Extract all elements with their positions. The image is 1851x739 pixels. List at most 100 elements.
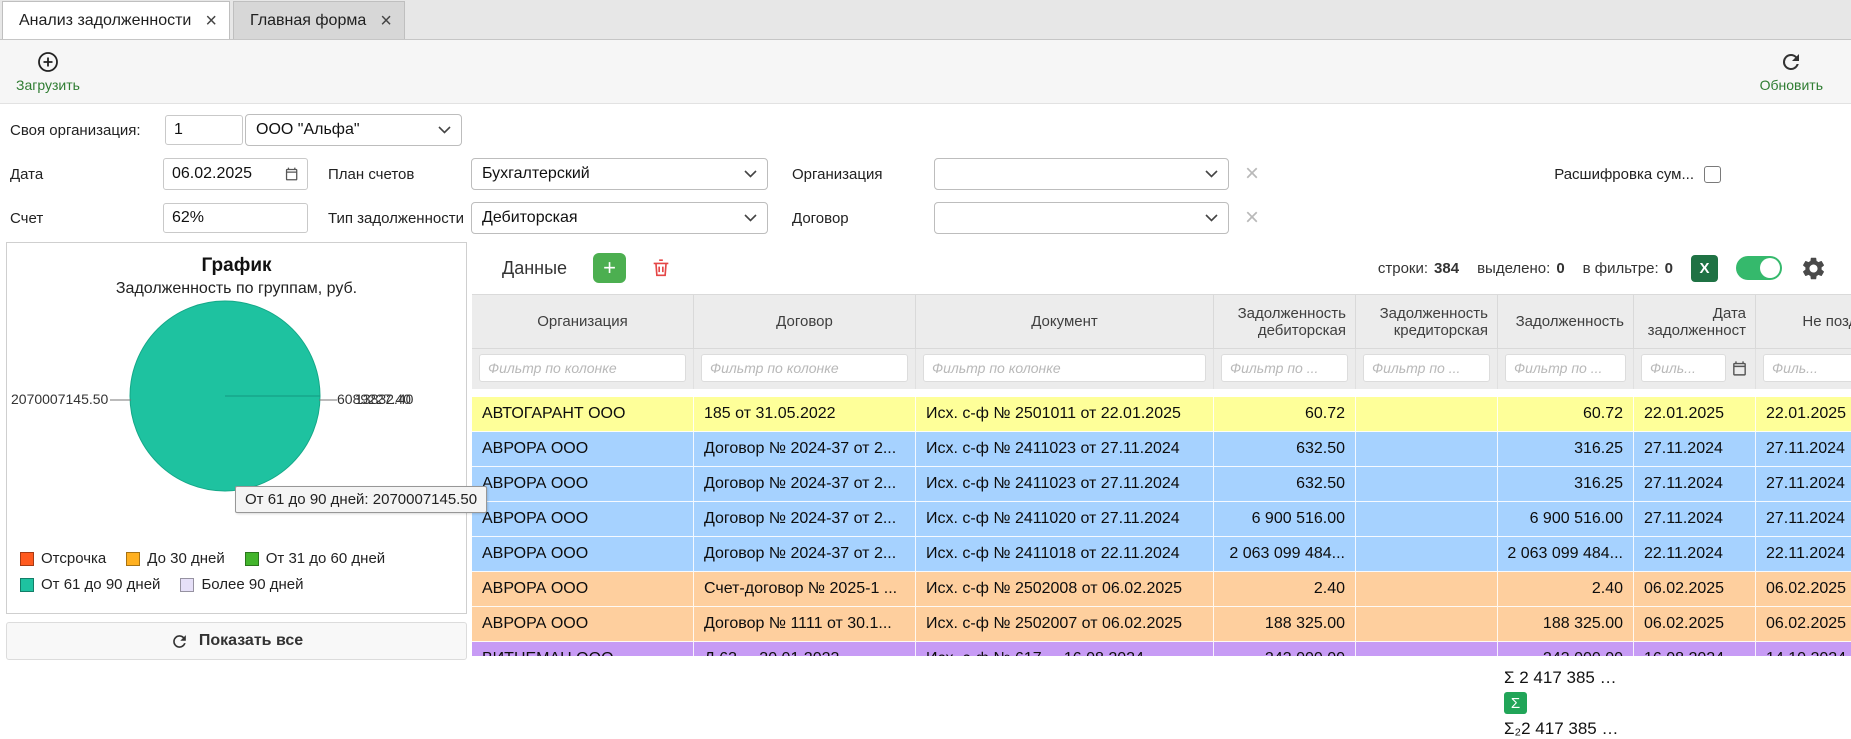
refresh-icon xyxy=(170,632,189,651)
table-stats: строки: 384 выделено: 0 в фильтре: 0 xyxy=(1378,260,1673,277)
table-cell: Исх. с-ф № 2501011 от 22.01.2025 xyxy=(916,397,1214,432)
chart-legend: Отсрочка До 30 дней От 31 до 60 дней От … xyxy=(20,550,385,593)
calendar-icon[interactable] xyxy=(284,165,299,183)
column-header[interactable]: Документ xyxy=(916,295,1214,349)
rows-count-label: строки: xyxy=(1378,260,1428,277)
table-row[interactable]: АВРОРА ОООДоговор № 2024-37 от 2...Исх. … xyxy=(472,502,1851,537)
column-filter-input[interactable] xyxy=(1505,354,1626,382)
table-cell: Договор № 2024-37 от 2... xyxy=(694,537,916,572)
calendar-icon[interactable] xyxy=(1731,360,1748,377)
column-filter-input[interactable] xyxy=(701,354,908,382)
table-cell: 14.10.2024 xyxy=(1756,642,1851,656)
decode-sum-checkbox[interactable] xyxy=(1704,166,1721,183)
legend-label: Отсрочка xyxy=(41,550,106,567)
column-filter-input[interactable] xyxy=(1763,354,1851,382)
date-input[interactable] xyxy=(163,158,308,190)
table-cell: 6 900 516.00 xyxy=(1498,502,1634,537)
export-excel-button[interactable]: X xyxy=(1691,255,1718,282)
table-cell xyxy=(1356,502,1498,537)
chevron-down-icon xyxy=(744,170,757,178)
settings-gear-icon[interactable] xyxy=(1800,255,1827,282)
add-row-button[interactable]: + xyxy=(593,253,626,283)
filter-cell xyxy=(1498,349,1634,389)
plan-select[interactable]: Бухгалтерский xyxy=(471,158,768,190)
clear-contract-icon[interactable]: × xyxy=(1245,206,1259,230)
column-filter-input[interactable] xyxy=(1641,354,1726,382)
account-input[interactable] xyxy=(163,203,308,233)
refresh-button[interactable]: Обновить xyxy=(1760,50,1823,93)
org-select[interactable] xyxy=(934,158,1229,190)
table-cell: Исх. с-ф № 2411023 от 27.11.2024 xyxy=(916,467,1214,502)
table-row[interactable]: АВРОРА ОООДоговор № 2024-37 от 2...Исх. … xyxy=(472,432,1851,467)
table-body: АВТОГАРАНТ ООО185 от 31.05.2022Исх. с-ф … xyxy=(472,397,1851,656)
legend-swatch xyxy=(126,552,140,566)
sigma-badge[interactable]: Σ xyxy=(1504,692,1527,714)
column-filter-input[interactable] xyxy=(1221,354,1348,382)
tab-label: Главная форма xyxy=(250,12,366,30)
table-cell: 2 063 099 484... xyxy=(1498,537,1634,572)
filter-form: Своя организация: ООО "Альфа" Дата План … xyxy=(0,104,1851,242)
show-all-button[interactable]: Показать все xyxy=(6,622,467,660)
table-cell: Исх. с-ф № 617 ... 16.08.2024 xyxy=(916,642,1214,656)
load-button-label: Загрузить xyxy=(16,77,80,93)
table-cell: Договор № 1111 от 30.1... xyxy=(694,607,916,642)
table-cell: 27.11.2024 xyxy=(1634,432,1756,467)
table-row[interactable]: АВРОРА ОООДоговор № 2024-37 от 2...Исх. … xyxy=(472,467,1851,502)
table-row[interactable]: АВРОРА ОООДоговор № 1111 от 30.1...Исх. … xyxy=(472,607,1851,642)
table-row[interactable]: АВРОРА ОООДоговор № 2024-37 от 2...Исх. … xyxy=(472,537,1851,572)
own-org-code-input[interactable] xyxy=(165,115,243,145)
delete-row-button[interactable] xyxy=(650,257,672,279)
table-cell: АВРОРА ООО xyxy=(472,432,694,467)
tab-close-icon[interactable]: × xyxy=(205,11,217,31)
table-cell: 22.11.2024 xyxy=(1634,537,1756,572)
load-button[interactable]: Загрузить xyxy=(16,50,80,93)
refresh-icon xyxy=(1779,50,1803,74)
org-label: Организация xyxy=(792,166,934,183)
debt-type-label: Тип задолженности xyxy=(328,210,471,227)
debt-type-select[interactable]: Дебиторская xyxy=(471,202,768,234)
column-header[interactable]: Задолженность xyxy=(1498,295,1634,349)
table-header: ОрганизацияДоговорДокументЗадолженность … xyxy=(472,294,1851,349)
data-panel-header: Данные + строки: 384 выделено: 0 в фильт… xyxy=(472,242,1851,294)
legend-label: Более 90 дней xyxy=(201,576,303,593)
table-cell: Исх. с-ф № 2411020 от 27.11.2024 xyxy=(916,502,1214,537)
tab[interactable]: Анализ задолженности × xyxy=(2,1,230,39)
date-field[interactable] xyxy=(172,165,280,183)
contract-select[interactable] xyxy=(934,202,1229,234)
tab-close-icon[interactable]: × xyxy=(380,11,392,31)
chart-panel: График Задолженность по группам, руб. 20… xyxy=(6,242,467,614)
column-header[interactable]: Задолженность кредиторская xyxy=(1356,295,1498,349)
legend-label: От 31 до 60 дней xyxy=(266,550,385,567)
own-org-select[interactable]: ООО "Альфа" xyxy=(245,114,462,146)
legend-swatch xyxy=(245,552,259,566)
color-mode-toggle[interactable] xyxy=(1736,256,1782,280)
plan-label: План счетов xyxy=(328,166,471,183)
column-header[interactable]: Договор xyxy=(694,295,916,349)
column-header[interactable]: Дата задолженност xyxy=(1634,295,1756,349)
table-row[interactable]: АВРОРА ОООСчет-договор № 2025-1 ...Исх. … xyxy=(472,572,1851,607)
chart-column: График Задолженность по группам, руб. 20… xyxy=(6,242,467,739)
column-filter-input[interactable] xyxy=(479,354,686,382)
form-row-date: Дата План счетов Бухгалтерский Организац… xyxy=(0,152,1851,196)
table-cell: 22.11.2024 xyxy=(1756,537,1851,572)
column-filter-input[interactable] xyxy=(923,354,1206,382)
clear-org-icon[interactable]: × xyxy=(1245,162,1259,186)
column-header[interactable]: Организация xyxy=(472,295,694,349)
column-header[interactable]: Задолженность дебиторская xyxy=(1214,295,1356,349)
refresh-button-label: Обновить xyxy=(1760,77,1823,93)
filter-cell xyxy=(1634,349,1756,389)
table-cell: 16.08.2024 xyxy=(1634,642,1756,656)
tab[interactable]: Главная форма × xyxy=(233,1,405,39)
table-cell: Договор № 2024-37 от 2... xyxy=(694,502,916,537)
account-label: Счет xyxy=(10,210,163,227)
column-header[interactable]: Не поздне xyxy=(1756,295,1851,349)
table-cell: 2.40 xyxy=(1498,572,1634,607)
table-row[interactable]: АВТОГАРАНТ ООО185 от 31.05.2022Исх. с-ф … xyxy=(472,397,1851,432)
table-cell: Д 63 ... 30.01.2023 xyxy=(694,642,916,656)
column-filter-input[interactable] xyxy=(1363,354,1490,382)
table-cell: 60.72 xyxy=(1498,397,1634,432)
legend-row-1: Отсрочка До 30 дней От 31 до 60 дней xyxy=(20,550,385,567)
chevron-down-icon xyxy=(744,214,757,222)
table-row[interactable]: ВИТНЕМАН ОООД 63 ... 30.01.2023Исх. с-ф … xyxy=(472,642,1851,656)
table-cell: ВИТНЕМАН ООО xyxy=(472,642,694,656)
